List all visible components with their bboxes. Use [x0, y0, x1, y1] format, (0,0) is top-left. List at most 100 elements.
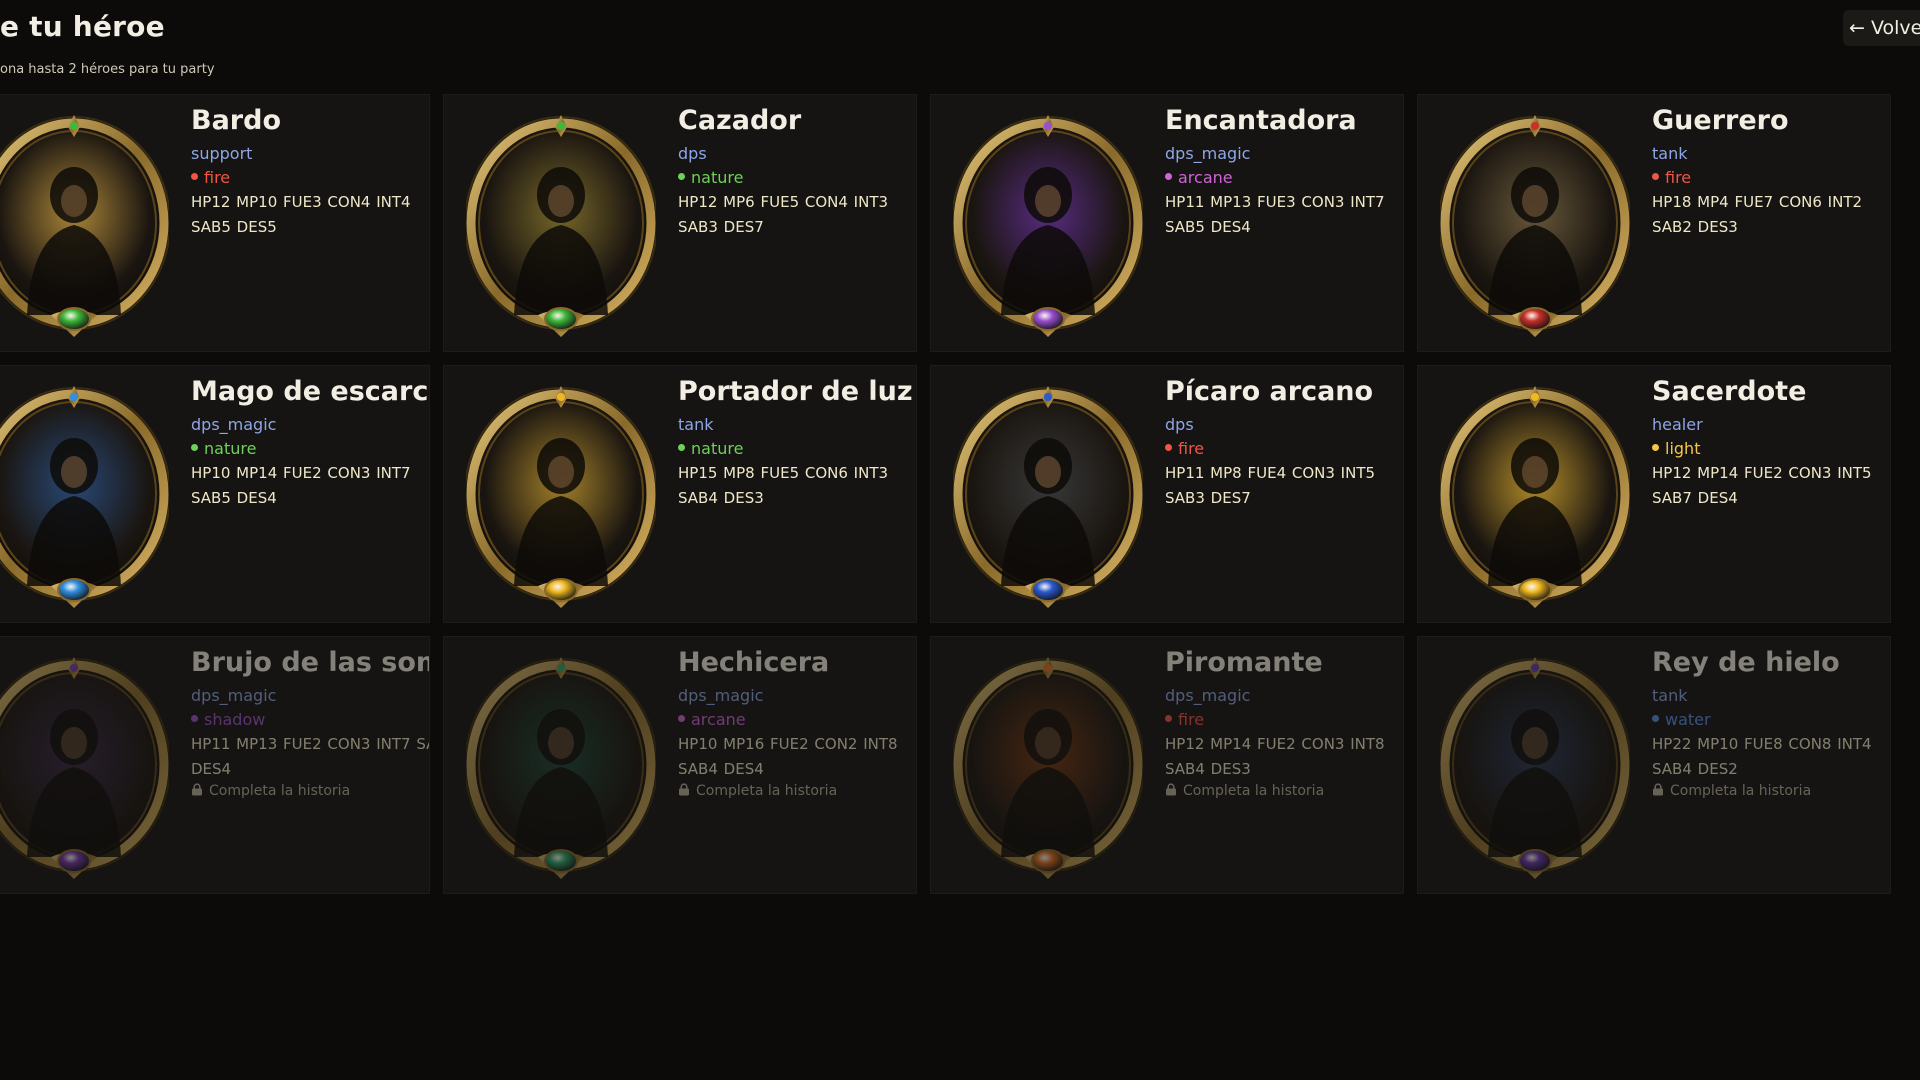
hero-stats-line-2: SAB3 DES7 [1165, 489, 1251, 507]
hero-card[interactable]: Sacerdote healer light HP12 MP14 FUE2 CON3 … [1417, 365, 1891, 623]
hero-card[interactable]: Hechicera dps_magic arcane HP10 MP16 FUE2 C… [443, 636, 917, 894]
hero-card[interactable]: Brujo de las sombras dps_magicshadow HP11 … [0, 636, 430, 894]
hero-stats: HP22 MP10 FUE8 CON8 INT4 SAB4 DES2 [1652, 732, 1890, 782]
arcane-rogue-portrait-icon [953, 386, 1143, 608]
page-subtitle: ona hasta 2 héroes para tu party [0, 62, 215, 77]
hero-card[interactable]: Rey de hielo tank water HP22 MP10 FUE8 CON8… [1417, 636, 1891, 894]
hero-stats-line-2: SAB5 DES5 [191, 218, 277, 236]
hero-role: healer [1652, 415, 1703, 434]
locked-note-text: Completa la historia [1183, 783, 1325, 799]
lock-icon [1652, 782, 1664, 796]
hero-name: Guerrero [1652, 105, 1789, 136]
hero-element-label: nature [691, 439, 744, 458]
hero-name: Mago de escarcha [191, 376, 429, 407]
element-dot-icon [678, 173, 685, 180]
hero-stats-line-1: HP10 MP16 FUE2 CON2 INT8 [678, 735, 898, 753]
hero-stats-line-2: SAB4 DES3 [1165, 760, 1251, 778]
hero-info: Mago de escarcha dps_magicnature HP10 MP14… [191, 374, 429, 511]
back-button[interactable]: ← Volver [1843, 10, 1920, 46]
hero-stats: HP12 MP10 FUE3 CON4 INT4 SAB5 DES5 [191, 190, 429, 240]
hero-stats: HP12 MP14 FUE2 CON3 INT8 SAB4 DES3 [1165, 732, 1403, 782]
hero-stats-line-1: HP12 MP14 FUE2 CON3 INT8 [1165, 735, 1385, 753]
hero-element: nature [678, 438, 916, 460]
hero-element: fire [1165, 438, 1403, 460]
locked-note: Completa la historia [1652, 782, 1890, 799]
hero-stats-line-2: SAB5 DES4 [1165, 218, 1251, 236]
enchantress-portrait-icon [953, 115, 1143, 337]
hero-name: Cazador [678, 105, 802, 136]
element-dot-icon [678, 715, 685, 722]
hero-card[interactable]: Piromante dps_magic fire HP12 MP14 FUE2 CON… [930, 636, 1404, 894]
hero-info: Sacerdote healer light HP12 MP14 FUE2 CON3 … [1652, 374, 1890, 511]
hero-role: tank [678, 415, 714, 434]
hero-element-label: nature [204, 439, 257, 458]
element-dot-icon [1165, 173, 1172, 180]
sorceress-portrait-icon [466, 657, 656, 879]
hero-element: light [1652, 438, 1890, 460]
locked-note: Completa la historia [1165, 782, 1403, 799]
hero-element-label: fire [1665, 168, 1692, 187]
hero-stats-line-1: HP11 MP13 FUE3 CON3 INT7 [1165, 193, 1385, 211]
lock-icon [191, 782, 203, 796]
hero-stats: HP18 MP4 FUE7 CON6 INT2 SAB2 DES3 [1652, 190, 1890, 240]
locked-note-text: Completa la historia [696, 783, 838, 799]
hunter-portrait-icon [466, 115, 656, 337]
hero-card[interactable]: Pícaro arcano dps fire HP11 MP8 FUE4 CON3 I… [930, 365, 1404, 623]
hero-stats-line-1: HP10 MP14 FUE2 CON3 INT7 [191, 464, 411, 482]
hero-element: nature [678, 167, 916, 189]
hero-stats-line-2: SAB4 DES4 [678, 760, 764, 778]
bard-portrait-icon [0, 115, 169, 337]
hero-element: arcane [678, 709, 916, 731]
hero-info: Pícaro arcano dps fire HP11 MP8 FUE4 CON3 I… [1165, 374, 1403, 511]
hero-stats: HP11 MP13 FUE3 CON3 INT7 SAB5 DES4 [1165, 190, 1403, 240]
hero-element-label: fire [1178, 710, 1205, 729]
hero-element-label: shadow [204, 710, 266, 729]
hero-card[interactable]: Encantadora dps_magic arcane HP11 MP13 FUE3… [930, 94, 1404, 352]
hero-card[interactable]: Mago de escarcha dps_magicnature HP10 MP14… [0, 365, 430, 623]
hero-element: water [1652, 709, 1890, 731]
hero-info: Guerrero tank fire HP18 MP4 FUE7 CON6 INT2 S… [1652, 103, 1890, 240]
hero-stats-line-1: HP18 MP4 FUE7 CON6 INT2 [1652, 193, 1863, 211]
hero-stats-line-1: HP15 MP8 FUE5 CON6 INT3 [678, 464, 889, 482]
hero-info: Encantadora dps_magic arcane HP11 MP13 FUE3… [1165, 103, 1403, 240]
hero-element: fire [1652, 167, 1890, 189]
hero-element: fire [1165, 709, 1403, 731]
hero-role: dps_magic [191, 686, 277, 705]
hero-stats-line-2: SAB7 DES4 [1652, 489, 1738, 507]
hero-stats-line-2: SAB2 DES3 [1652, 218, 1738, 236]
pyromancer-portrait-icon [953, 657, 1143, 879]
hero-element-label: arcane [1178, 168, 1233, 187]
hero-info: Piromante dps_magic fire HP12 MP14 FUE2 CON… [1165, 645, 1403, 799]
hero-role: dps [1165, 415, 1194, 434]
locked-note: Completa la historia [191, 782, 429, 799]
hero-info: Hechicera dps_magic arcane HP10 MP16 FUE2 C… [678, 645, 916, 799]
hero-element-label: water [1665, 710, 1711, 729]
hero-role: support [191, 144, 253, 163]
hero-stats: HP11 MP8 FUE4 CON3 INT5 SAB3 DES7 [1165, 461, 1403, 511]
hero-stats: HP12 MP6 FUE5 CON4 INT3 SAB3 DES7 [678, 190, 916, 240]
hero-role: dps_magic [1165, 144, 1251, 163]
element-dot-icon [1165, 715, 1172, 722]
hero-card[interactable]: Portador de luz tank nature HP15 MP8 FUE5 C… [443, 365, 917, 623]
hero-stats-line-2: SAB4 DES2 [1652, 760, 1738, 778]
locked-note-text: Completa la historia [209, 783, 351, 799]
page-title: e tu héroe [0, 10, 165, 43]
hero-stats: HP10 MP14 FUE2 CON3 INT7 SAB5 DES4 [191, 461, 429, 511]
priest-portrait-icon [1440, 386, 1630, 608]
element-dot-icon [191, 444, 198, 451]
hero-info: Cazador dps nature HP12 MP6 FUE5 CON4 INT3 S… [678, 103, 916, 240]
hero-stats-line-1: HP11 MP13 FUE2 CON3 INT7 SAB [191, 735, 430, 753]
hero-element: fire [191, 167, 429, 189]
hero-name: Brujo de las sombras [191, 647, 429, 678]
hero-stats-line-1: HP12 MP6 FUE5 CON4 INT3 [678, 193, 889, 211]
hero-info: Portador de luz tank nature HP15 MP8 FUE5 C… [678, 374, 916, 511]
lightbearer-portrait-icon [466, 386, 656, 608]
hero-name: Piromante [1165, 647, 1323, 678]
hero-card[interactable]: Guerrero tank fire HP18 MP4 FUE7 CON6 INT2 S… [1417, 94, 1891, 352]
hero-stats-line-2: SAB5 DES4 [191, 489, 277, 507]
hero-name: Pícaro arcano [1165, 376, 1374, 407]
lock-icon [1165, 782, 1177, 796]
hero-card[interactable]: Cazador dps nature HP12 MP6 FUE5 CON4 INT3 S… [443, 94, 917, 352]
hero-card[interactable]: Bardo support fire HP12 MP10 FUE3 CON4 INT4… [0, 94, 430, 352]
hero-role: tank [1652, 144, 1688, 163]
